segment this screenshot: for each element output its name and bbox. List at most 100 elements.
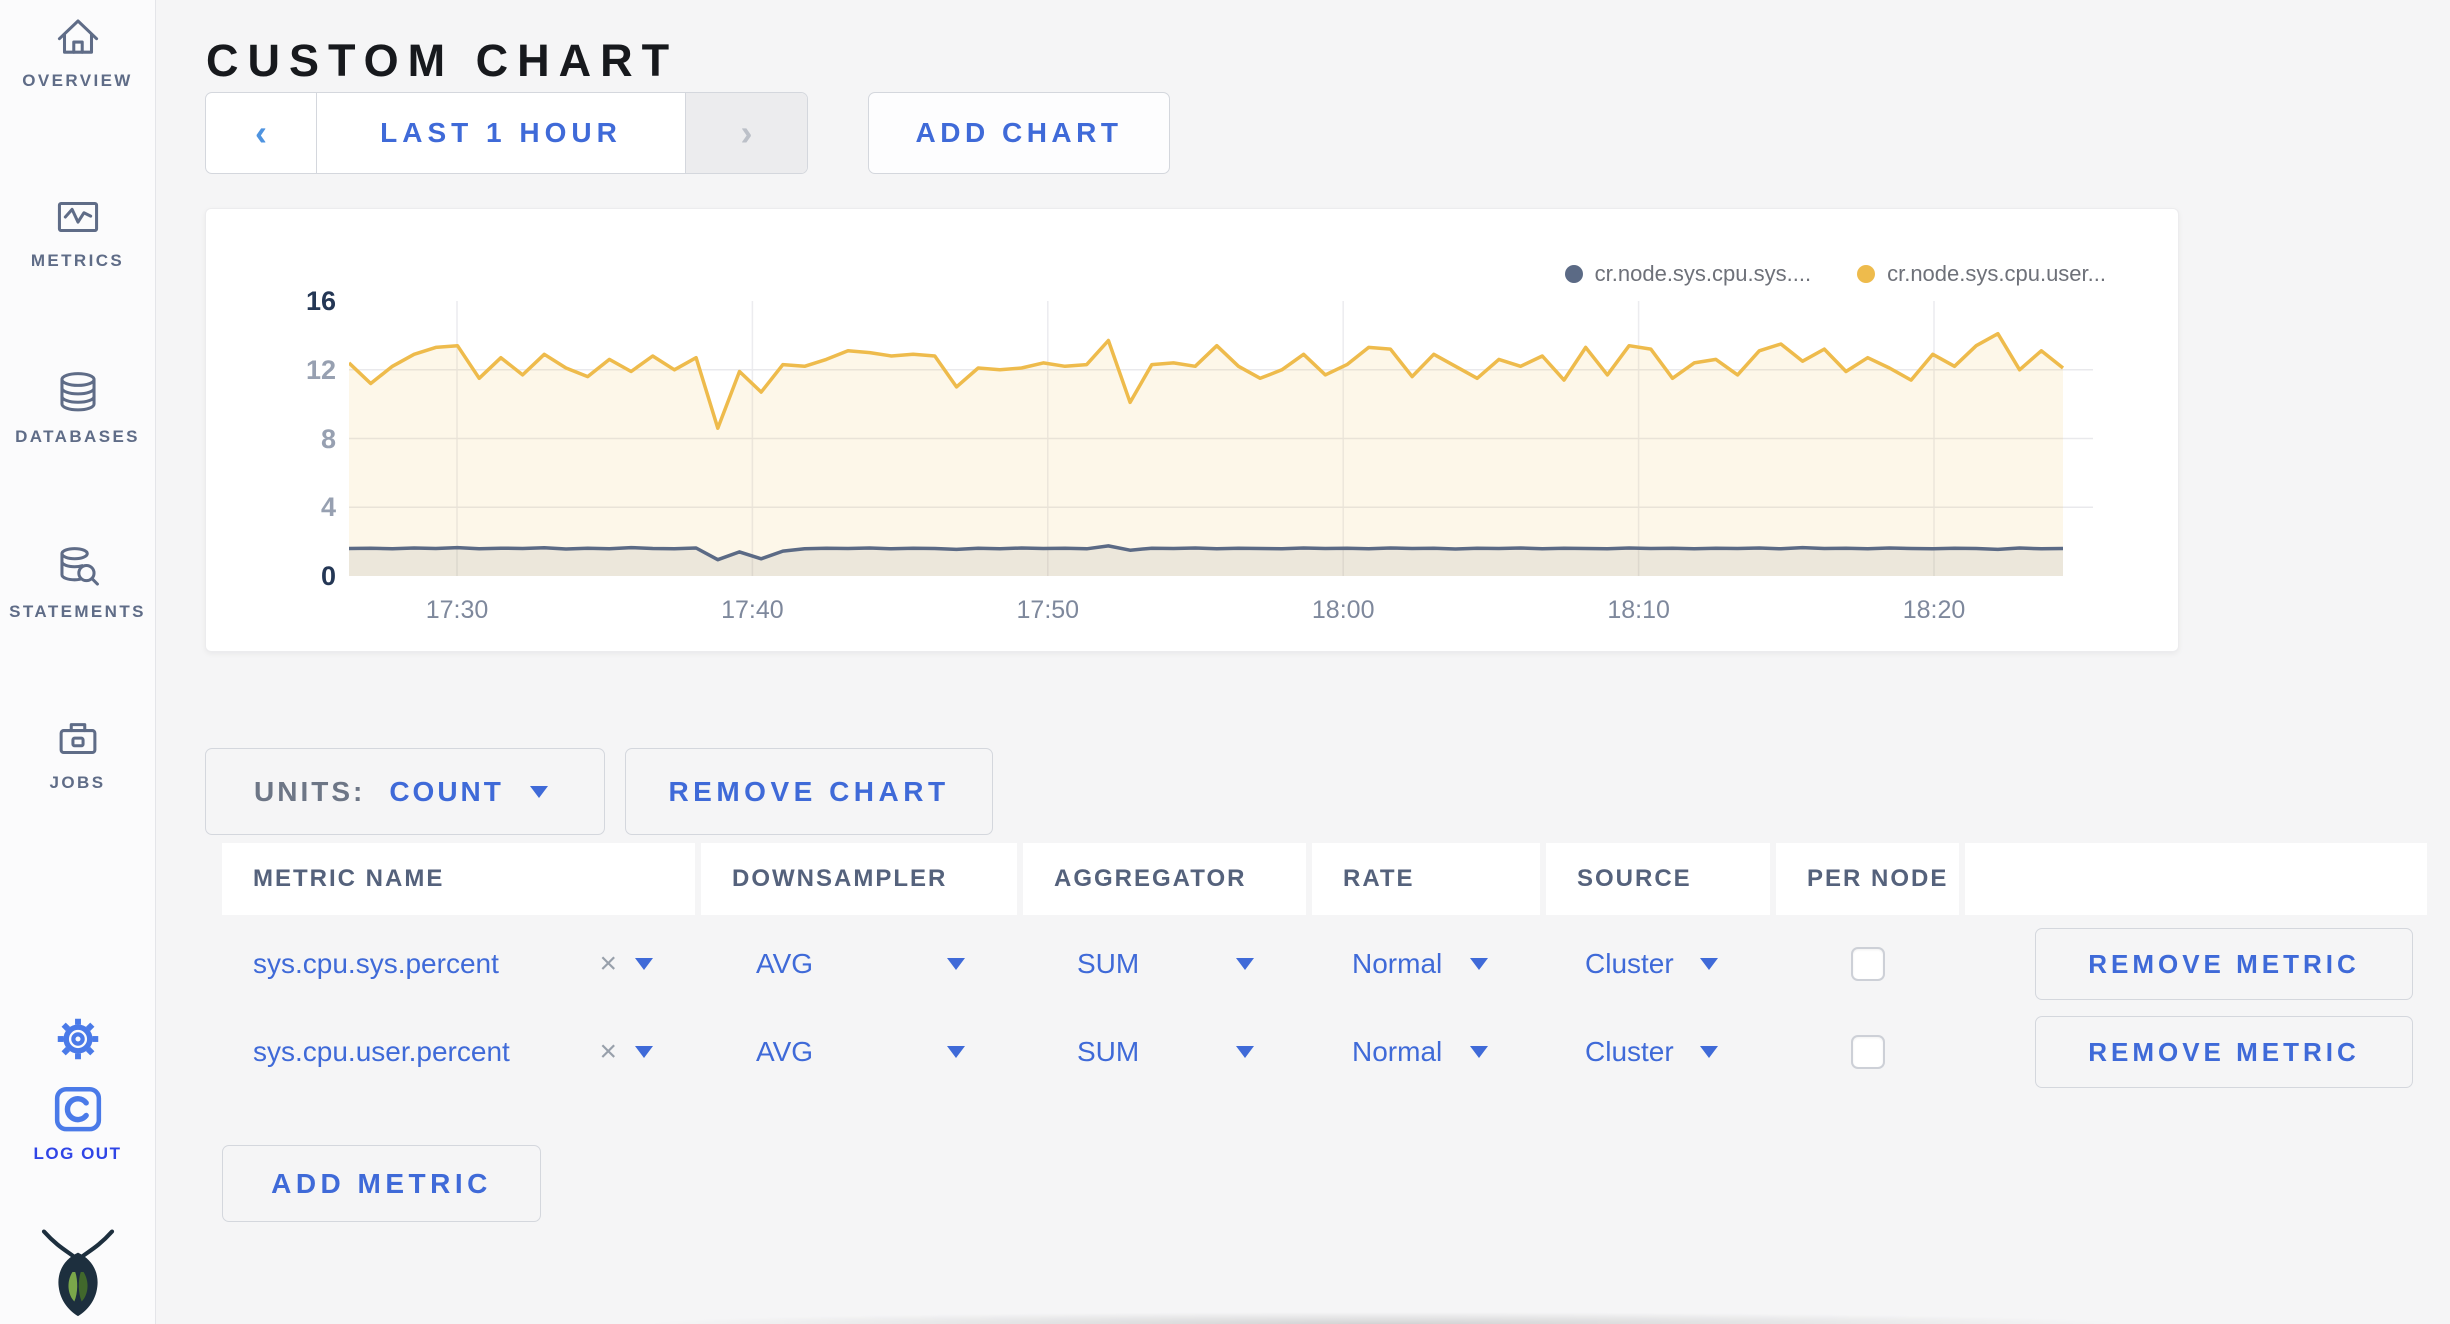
aggregator-value: SUM — [1077, 1036, 1140, 1067]
units-dropdown[interactable]: UNITS: COUNT — [205, 748, 605, 835]
legend-swatch — [1564, 265, 1583, 283]
y-tick-label: 16 — [305, 286, 336, 316]
actions-cell: REMOVE METRIC — [1965, 928, 2427, 1000]
metric-name-select[interactable]: sys.cpu.sys.percent × — [222, 947, 695, 981]
metric-name-value: sys.cpu.user.percent — [253, 1036, 510, 1067]
remove-chart-button[interactable]: REMOVE CHART — [625, 748, 993, 835]
sidebar-item-settings[interactable] — [0, 1012, 155, 1066]
chevron-down-icon — [635, 958, 653, 970]
column-header-rate: RATE — [1312, 843, 1540, 915]
cockroach-logo-icon — [41, 1229, 114, 1317]
chevron-down-icon — [635, 1046, 653, 1058]
chevron-down-icon — [947, 958, 965, 970]
cockroach-c-icon — [54, 1086, 101, 1132]
sidebar-brand — [0, 1226, 155, 1318]
remove-metric-button[interactable]: REMOVE METRIC — [2035, 928, 2413, 1000]
chevron-down-icon — [529, 785, 548, 798]
custom-chart-page: OVERVIEW METRICS DATABASES STATEMENTS JO… — [0, 0, 2450, 1324]
downsampler-select[interactable]: AVG — [701, 948, 1017, 980]
metric-row: sys.cpu.user.percent × AVG SUM Normal Cl… — [222, 1008, 2427, 1096]
home-icon — [57, 19, 98, 54]
aggregator-value: SUM — [1077, 948, 1140, 979]
time-range-prev-button[interactable]: ‹ — [206, 93, 317, 173]
source-value: Cluster — [1585, 1036, 1674, 1067]
rate-select[interactable]: Normal — [1312, 948, 1540, 980]
metric-row: sys.cpu.sys.percent × AVG SUM Normal Clu… — [222, 920, 2427, 1008]
column-header-actions — [1965, 843, 2427, 915]
rate-select[interactable]: Normal — [1312, 1036, 1540, 1068]
x-tick-label: 17:50 — [1016, 596, 1080, 624]
legend-item[interactable]: cr.node.sys.cpu.sys.... — [1564, 261, 1811, 287]
actions-cell: REMOVE METRIC — [1965, 1016, 2427, 1088]
per-node-checkbox[interactable] — [1850, 947, 1885, 981]
gear-icon — [57, 1018, 98, 1060]
sidebar: OVERVIEW METRICS DATABASES STATEMENTS JO… — [0, 0, 156, 1324]
page-title: CUSTOM CHART — [206, 35, 679, 87]
aggregator-select[interactable]: SUM — [1023, 1036, 1306, 1068]
sidebar-item-logout[interactable]: LOG OUT — [0, 1082, 155, 1164]
time-range-label[interactable]: LAST 1 HOUR — [317, 93, 685, 173]
x-tick-label: 17:30 — [425, 596, 489, 624]
y-tick-label: 12 — [305, 354, 336, 385]
add-chart-button[interactable]: ADD CHART — [868, 92, 1170, 174]
per-node-checkbox[interactable] — [1850, 1035, 1885, 1069]
sidebar-item-label: METRICS — [30, 251, 125, 270]
chevron-down-icon — [1470, 1046, 1488, 1058]
source-select[interactable]: Cluster — [1546, 948, 1770, 980]
add-metric-button[interactable]: ADD METRIC — [222, 1145, 541, 1222]
chevron-down-icon — [1236, 958, 1254, 970]
metric-name-select[interactable]: sys.cpu.user.percent × — [222, 1035, 695, 1069]
chevron-down-icon — [1236, 1046, 1254, 1058]
legend-swatch — [1857, 265, 1876, 283]
logout-label: LOG OUT — [33, 1144, 122, 1163]
time-range-picker: ‹ LAST 1 HOUR › — [205, 92, 808, 174]
downsampler-select[interactable]: AVG — [701, 1036, 1017, 1068]
chevron-down-icon — [1700, 1046, 1718, 1058]
source-value: Cluster — [1585, 948, 1674, 979]
sidebar-item-label: STATEMENTS — [9, 602, 146, 621]
x-tick-label: 18:20 — [1902, 596, 1966, 624]
sidebar-item-label: JOBS — [49, 773, 106, 792]
chart-legend: cr.node.sys.cpu.sys.... cr.node.sys.cpu.… — [1564, 261, 2106, 287]
per-node-cell — [1776, 947, 1959, 981]
x-tick-label: 17:40 — [721, 596, 784, 624]
chevron-down-icon — [1470, 958, 1488, 970]
database-icon — [59, 372, 96, 412]
chart-plot[interactable] — [349, 301, 2093, 581]
metrics-icon — [57, 201, 98, 233]
legend-label: cr.node.sys.cpu.user... — [1887, 261, 2106, 286]
sidebar-item-overview[interactable]: OVERVIEW — [0, 10, 155, 91]
column-header-metric-name: METRIC NAME — [222, 843, 695, 915]
downsampler-value: AVG — [756, 948, 814, 979]
column-header-downsampler: DOWNSAMPLER — [701, 843, 1017, 915]
clear-icon[interactable]: × — [599, 947, 617, 981]
sidebar-item-databases[interactable]: DATABASES — [0, 366, 155, 447]
per-node-cell — [1776, 1035, 1959, 1069]
jobs-icon — [59, 723, 96, 755]
column-header-aggregator: AGGREGATOR — [1023, 843, 1306, 915]
sidebar-item-metrics[interactable]: METRICS — [0, 190, 155, 271]
y-tick-label: 0 — [320, 561, 336, 591]
scroll-shadow — [560, 1308, 2210, 1324]
sidebar-item-statements[interactable]: STATEMENTS — [0, 541, 155, 622]
remove-metric-button[interactable]: REMOVE METRIC — [2035, 1016, 2413, 1088]
column-header-source: SOURCE — [1546, 843, 1770, 915]
legend-item[interactable]: cr.node.sys.cpu.user... — [1857, 261, 2106, 287]
y-tick-label: 4 — [320, 492, 336, 523]
chevron-down-icon — [947, 1046, 965, 1058]
y-tick-label: 8 — [320, 423, 336, 454]
time-range-next-button[interactable]: › — [685, 93, 807, 173]
clear-icon[interactable]: × — [599, 1035, 617, 1069]
x-tick-label: 18:00 — [1311, 596, 1375, 624]
units-value: COUNT — [389, 775, 504, 807]
chevron-right-icon: › — [740, 112, 753, 153]
series-area — [349, 333, 2063, 576]
aggregator-select[interactable]: SUM — [1023, 948, 1306, 980]
rate-value: Normal — [1352, 948, 1443, 979]
sidebar-item-label: DATABASES — [15, 427, 140, 446]
sidebar-item-jobs[interactable]: JOBS — [0, 712, 155, 793]
chart-card: cr.node.sys.cpu.sys.... cr.node.sys.cpu.… — [205, 208, 2179, 652]
source-select[interactable]: Cluster — [1546, 1036, 1770, 1068]
chevron-left-icon: ‹ — [255, 112, 267, 153]
units-label: UNITS: — [254, 775, 366, 807]
